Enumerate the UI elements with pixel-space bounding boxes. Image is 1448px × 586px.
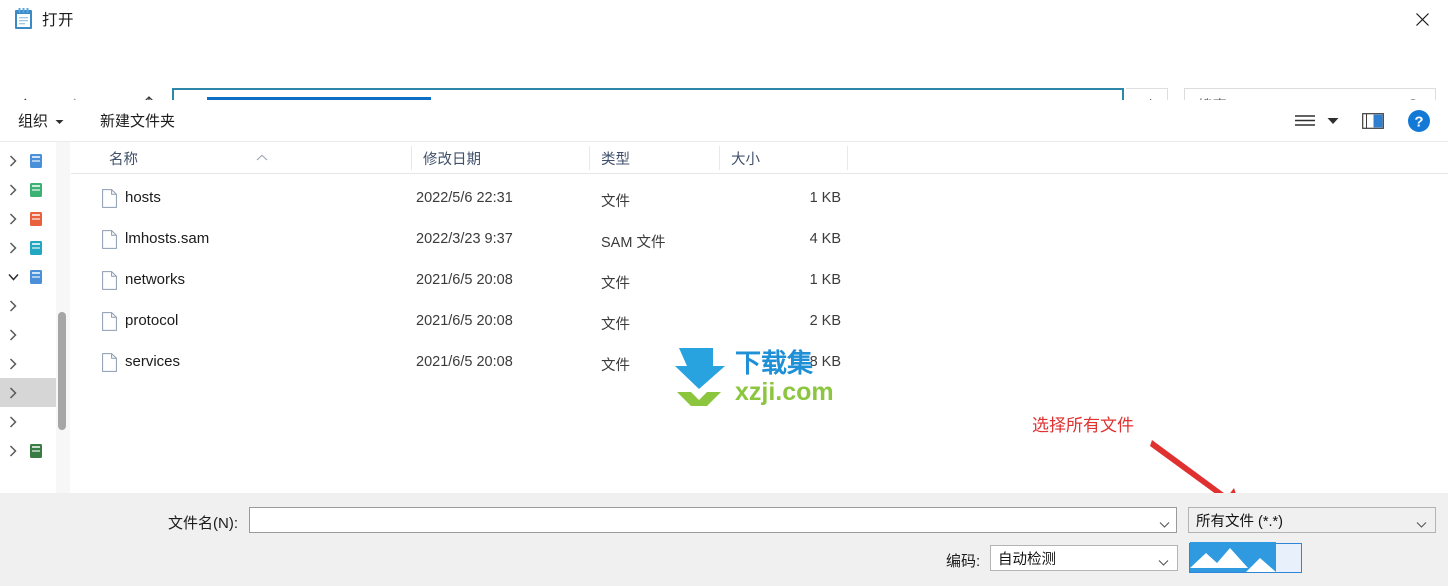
file-icon — [102, 353, 117, 372]
table-row[interactable]: protocol 2021/6/5 20:08 文件 2 KB — [71, 302, 1448, 343]
file-name-cell: networks — [125, 271, 186, 288]
column-separator[interactable] — [847, 146, 848, 170]
sidebar-item-icon — [28, 211, 44, 227]
sidebar-item-icon — [28, 240, 44, 256]
chevron-down-icon — [55, 112, 64, 129]
column-header-type[interactable]: 类型 — [601, 142, 630, 174]
encoding-combo[interactable]: 自动检测 — [990, 545, 1178, 571]
encoding-label: 编码: — [946, 553, 981, 570]
file-size-cell: 2 KB — [809, 313, 841, 329]
file-type-cell: 文件 — [601, 317, 630, 333]
file-list-pane: 名称 修改日期 类型 大小 hosts 2022/5/6 22:31 文件 1 KB l… — [71, 142, 1448, 493]
file-name-cell: services — [125, 353, 181, 370]
column-headers: 名称 修改日期 类型 大小 — [71, 142, 1448, 174]
column-separator[interactable] — [719, 146, 720, 170]
sidebar-item-icon — [28, 443, 44, 459]
file-type-value: 所有文件 (*.*) — [1196, 513, 1283, 530]
window-title: 打开 — [42, 12, 75, 29]
sidebar-scrollbar-thumb[interactable] — [58, 312, 66, 430]
chevron-right-icon[interactable] — [0, 299, 26, 312]
file-icon — [102, 230, 117, 249]
file-icon — [102, 189, 117, 208]
sidebar-tree-item-10[interactable] — [0, 436, 56, 465]
column-separator[interactable] — [411, 146, 412, 170]
command-bar: 组织 新建文件夹 ? — [0, 100, 1448, 142]
new-folder-button[interactable]: 新建文件夹 — [100, 110, 175, 131]
file-date-cell: 2022/3/23 9:37 — [416, 231, 513, 247]
file-type-combo[interactable]: 所有文件 (*.*) — [1188, 507, 1436, 533]
table-row[interactable]: networks 2021/6/5 20:08 文件 1 KB — [71, 261, 1448, 302]
chevron-right-icon[interactable] — [0, 328, 26, 341]
sidebar-item-icon — [28, 269, 44, 285]
column-header-date[interactable]: 修改日期 — [423, 142, 481, 174]
help-question-icon[interactable]: ? — [1406, 108, 1432, 134]
table-row[interactable]: services 2021/6/5 20:08 文件 8 KB — [71, 343, 1448, 384]
encoding-value: 自动检测 — [998, 551, 1056, 568]
svg-text:?: ? — [1414, 114, 1423, 131]
list-view-icon[interactable] — [1292, 109, 1318, 133]
open-button[interactable]: 打开(O) — [1189, 543, 1302, 573]
column-separator[interactable] — [589, 146, 590, 170]
file-name-combo[interactable] — [249, 507, 1177, 533]
sidebar-tree-item-5[interactable] — [0, 291, 56, 320]
file-date-cell: 2021/6/5 20:08 — [416, 313, 513, 329]
sort-ascending-icon — [256, 148, 268, 166]
sidebar-tree-item-4[interactable] — [0, 262, 56, 291]
column-header-name[interactable]: 名称 — [109, 142, 138, 174]
file-type-chevron-down-icon[interactable] — [1416, 515, 1427, 533]
encoding-chevron-down-icon[interactable] — [1158, 553, 1169, 571]
sidebar-tree-item-1[interactable] — [0, 175, 56, 204]
file-date-cell: 2021/6/5 20:08 — [416, 272, 513, 288]
file-name-cell: hosts — [125, 189, 161, 206]
sidebar-tree-item-9[interactable] — [0, 407, 56, 436]
chevron-right-icon[interactable] — [0, 154, 26, 167]
table-row[interactable]: hosts 2022/5/6 22:31 文件 1 KB — [71, 179, 1448, 220]
chevron-right-icon[interactable] — [0, 415, 26, 428]
file-name-cell: protocol — [125, 312, 179, 329]
navigation-tree-sidebar[interactable] — [0, 142, 56, 493]
navigation-bar: C:\Windows\System32\drivers\etc — [0, 38, 1448, 125]
chevron-down-icon[interactable] — [0, 273, 26, 281]
sidebar-tree-item-8[interactable] — [0, 378, 56, 407]
file-name-chevron-down-icon[interactable] — [1159, 515, 1170, 533]
file-type-cell: 文件 — [601, 194, 630, 210]
close-button[interactable] — [1396, 0, 1448, 38]
annotation-label: 选择所有文件 — [1032, 416, 1134, 435]
file-icon — [102, 271, 117, 290]
organize-button[interactable]: 组织 — [18, 110, 64, 131]
chevron-right-icon[interactable] — [0, 357, 26, 370]
file-type-cell: 文件 — [601, 358, 630, 374]
chevron-right-icon[interactable] — [0, 386, 26, 399]
chevron-right-icon[interactable] — [0, 212, 26, 225]
sidebar-tree-item-3[interactable] — [0, 233, 56, 262]
sidebar-tree-item-0[interactable] — [0, 146, 56, 175]
chevron-right-icon[interactable] — [0, 241, 26, 254]
file-size-cell: 8 KB — [809, 354, 841, 370]
file-size-cell: 4 KB — [809, 231, 841, 247]
file-icon — [102, 312, 117, 331]
notepad-icon — [14, 8, 33, 30]
chevron-right-icon[interactable] — [0, 183, 26, 196]
file-size-cell: 1 KB — [809, 190, 841, 206]
file-size-cell: 1 KB — [809, 272, 841, 288]
sidebar-item-icon — [28, 182, 44, 198]
file-type-cell: SAM 文件 — [601, 235, 666, 251]
file-name-input[interactable] — [256, 511, 1136, 529]
preview-pane-icon[interactable] — [1360, 109, 1386, 133]
file-name-label: 文件名(N): — [168, 515, 238, 532]
title-bar: 打开 — [0, 0, 1448, 38]
chevron-right-icon[interactable] — [0, 444, 26, 457]
table-row[interactable]: lmhosts.sam 2022/3/23 9:37 SAM 文件 4 KB — [71, 220, 1448, 261]
sidebar-tree-item-7[interactable] — [0, 349, 56, 378]
column-header-size[interactable]: 大小 — [731, 142, 760, 174]
sidebar-tree-item-6[interactable] — [0, 320, 56, 349]
file-date-cell: 2021/6/5 20:08 — [416, 354, 513, 370]
file-date-cell: 2022/5/6 22:31 — [416, 190, 513, 206]
organize-label: 组织 — [18, 113, 49, 130]
file-name-cell: lmhosts.sam — [125, 230, 210, 247]
sidebar-tree-item-2[interactable] — [0, 204, 56, 233]
sidebar-item-icon — [28, 153, 44, 169]
file-type-cell: 文件 — [601, 276, 630, 292]
view-options-chevron-down-icon[interactable] — [1322, 109, 1344, 133]
